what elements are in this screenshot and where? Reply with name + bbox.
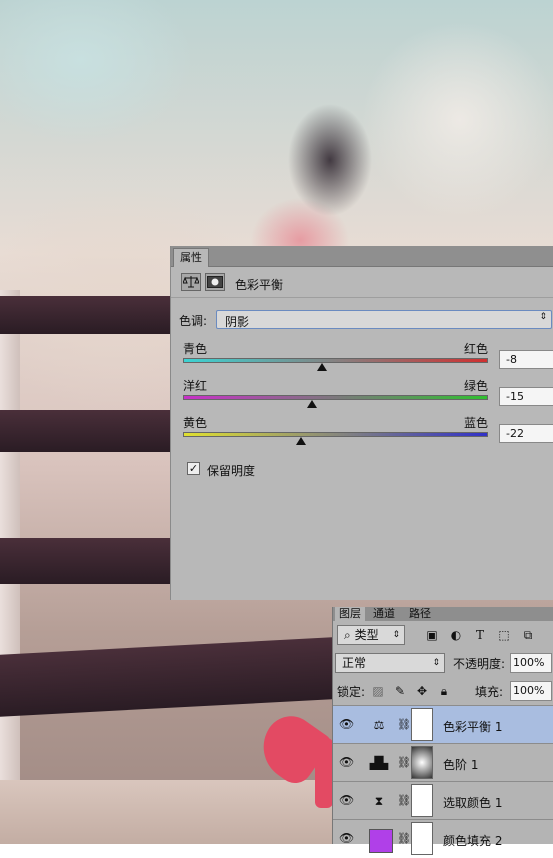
layer-row[interactable]: 👁︎ ⛓︎ 颜色填充 2 [333,819,553,858]
layer-filter-dropdown[interactable]: ⌕ 类型 ⇕ [337,625,405,645]
fill-input[interactable]: 100% [510,681,552,701]
tone-dropdown[interactable]: 阴影 ⇕ [216,310,552,329]
slider-thumb[interactable] [296,437,307,445]
tab-paths[interactable]: 路径 [405,607,435,621]
layer-name: 色彩平衡 1 [443,720,503,734]
slider-track[interactable] [183,432,488,437]
lock-move-icon[interactable]: ✥ [415,684,429,698]
adjustment-filter-icon[interactable]: ◐ [449,628,463,642]
slider-right-label: 红色 [463,342,488,356]
blend-mode-value: 正常 [342,656,367,670]
tab-properties[interactable]: 属性 [173,248,209,267]
preserve-luminosity-label: 保留明度 [207,464,256,478]
slider-thumb[interactable] [306,400,317,408]
slider-right-label: 绿色 [463,379,488,393]
fence-rail [0,538,175,584]
color-fill-swatch [369,829,393,853]
eye-icon[interactable]: 👁︎ [339,793,355,807]
tone-value: 阴影 [225,315,250,329]
link-icon[interactable]: ⛓︎ [397,756,411,769]
dropdown-arrows-icon: ⇕ [539,312,547,322]
fill-label: 填充: [475,685,504,699]
opacity-label: 不透明度: [453,657,506,671]
link-icon[interactable]: ⛓︎ [397,718,411,731]
layer-mask-thumbnail[interactable] [411,822,433,855]
eye-icon[interactable]: 👁︎ [339,717,355,731]
fence-rail [0,637,332,717]
dropdown-arrows-icon: ⇕ [432,658,440,668]
slider-left-label: 青色 [183,342,208,356]
layer-row[interactable]: 👁︎ ⧗ ⛓︎ 选取颜色 1 [333,781,553,820]
properties-tabbar: 属性 [171,246,553,267]
color-slider[interactable]: 黄色 蓝色 [183,414,488,454]
layer-mask-thumbnail[interactable] [411,708,433,741]
slider-right-label: 蓝色 [463,416,488,430]
lock-label: 锁定: [337,685,366,699]
panel-title: 色彩平衡 [235,278,284,292]
properties-panel: 属性 色彩平衡 色调: 阴影 ⇕ 青色 红色 -8 洋红 绿色 -15 黄色 蓝色 -22 ✓ … [170,246,553,600]
slider-value-input[interactable]: -22 [499,424,553,443]
selective-color-icon: ⧗ [374,793,384,808]
slider-thumb[interactable] [317,363,328,371]
slider-left-label: 黄色 [183,416,208,430]
eye-icon[interactable]: 👁︎ [339,831,355,845]
fence-rail [0,296,175,334]
layer-row[interactable]: 👁︎ ⚖ ⛓︎ 色彩平衡 1 [333,705,553,744]
link-icon[interactable]: ⛓︎ [397,832,411,845]
layer-mask-thumbnail[interactable] [411,746,433,779]
tab-channels[interactable]: 通道 [369,607,399,621]
lock-all-icon[interactable]: 🔒︎ [437,684,451,698]
tone-label: 色调: [179,314,208,328]
slider-value-input[interactable]: -15 [499,387,553,406]
smart-object-filter-icon[interactable]: ⧉ [521,628,535,642]
fence-rail [0,410,175,452]
color-slider[interactable]: 青色 红色 [183,340,488,380]
search-icon: ⌕ [344,628,351,642]
tone-row: 色调: 阴影 ⇕ [179,310,553,330]
shape-filter-icon[interactable]: ⬚ [497,628,511,642]
lock-brush-icon[interactable]: ✎ [393,684,407,698]
filter-label: 类型 [354,628,379,642]
balance-icon[interactable] [181,273,201,291]
slider-left-label: 洋红 [183,379,208,393]
slider-track[interactable] [183,358,488,363]
balance-icon: ⚖ [373,718,385,732]
lock-transparent-icon[interactable]: ▨ [371,684,385,698]
eye-icon[interactable]: 👁︎ [339,755,355,769]
slider-track[interactable] [183,395,488,400]
dropdown-arrows-icon: ⇕ [392,630,400,640]
levels-histogram-icon: ▟▙ [369,756,389,770]
layer-name: 色阶 1 [443,758,479,772]
properties-header: 色彩平衡 [171,267,553,298]
layer-row[interactable]: 👁︎ ▟▙ ⛓︎ 色阶 1 [333,743,553,782]
layer-name: 选取颜色 1 [443,796,503,810]
opacity-input[interactable]: 100% [510,653,552,673]
deck-floor [0,780,332,844]
blend-mode-dropdown[interactable]: 正常 ⇕ [335,653,445,673]
color-slider[interactable]: 洋红 绿色 [183,377,488,417]
layer-mask-thumbnail[interactable] [411,784,433,817]
link-icon[interactable]: ⛓︎ [397,794,411,807]
type-filter-icon[interactable]: T [473,628,487,642]
pink-shoe [315,738,333,808]
slider-value-input[interactable]: -8 [499,350,553,369]
layers-tabbar: 图层 通道 路径 [333,607,553,621]
mask-icon[interactable] [205,273,225,291]
layers-panel: 图层 通道 路径 ⌕ 类型 ⇕ ▣ ◐ T ⬚ ⧉ 正常 ⇕ 不透明度: 100… [332,607,553,855]
image-filter-icon[interactable]: ▣ [425,628,439,642]
checkmark-icon: ✓ [187,462,200,475]
tab-layers[interactable]: 图层 [335,607,365,621]
layer-name: 颜色填充 2 [443,834,503,848]
